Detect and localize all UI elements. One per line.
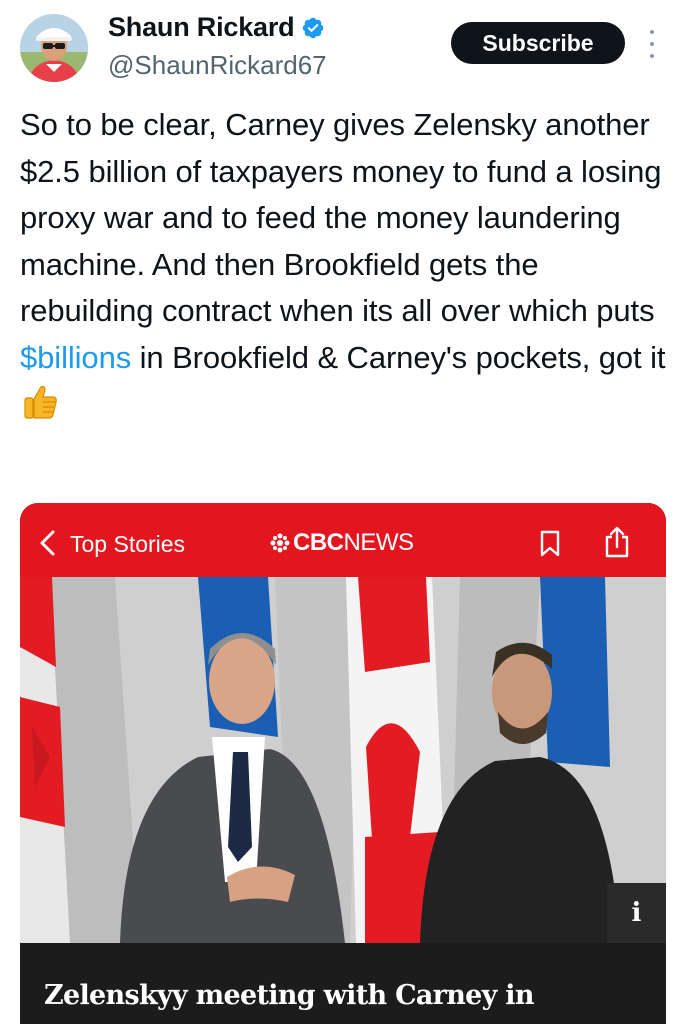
news-headline[interactable]: Zelenskyy meeting with Carney in	[44, 979, 654, 1013]
cbc-brand-bold: CBC	[293, 529, 344, 556]
cbc-brand-light: NEWS	[343, 529, 415, 556]
headline-area: Zelenskyy meeting with Carney in	[20, 943, 666, 1024]
back-to-top-stories[interactable]: Top Stories	[70, 531, 185, 558]
avatar[interactable]	[20, 14, 88, 82]
author-name-row: Shaun Rickard	[108, 12, 325, 43]
cashtag-link[interactable]: $billions	[20, 340, 131, 375]
author-handle[interactable]: @ShaunRickard67	[108, 50, 327, 81]
author-display-name[interactable]: Shaun Rickard	[108, 12, 295, 43]
news-app-bar: Top Stories CBC NEWS	[20, 503, 666, 577]
post-header: Shaun Rickard @ShaunRickard67 Subscribe	[0, 0, 686, 96]
cbc-gem-icon	[270, 533, 290, 553]
news-photo[interactable]	[20, 577, 666, 943]
chevron-left-icon[interactable]	[38, 530, 56, 556]
post-text: So to be clear, Carney gives Zelensky an…	[20, 102, 670, 428]
share-icon[interactable]	[602, 525, 632, 559]
post-text-body: So to be clear, Carney gives Zelensky an…	[20, 107, 662, 328]
more-vertical-icon[interactable]	[648, 30, 656, 58]
cbc-news-logo: CBC NEWS	[270, 529, 414, 557]
thumbs-up-icon	[24, 385, 57, 419]
subscribe-button[interactable]: Subscribe	[451, 22, 625, 64]
bookmark-icon[interactable]	[540, 530, 560, 557]
embedded-news-card[interactable]: Top Stories CBC NEWS i Zelenskyy meeting…	[20, 503, 666, 1024]
post-text-body-end: in Brookfield & Carney's pockets, got it	[131, 339, 666, 375]
info-button[interactable]: i	[607, 883, 666, 943]
verified-badge-icon	[303, 17, 324, 38]
